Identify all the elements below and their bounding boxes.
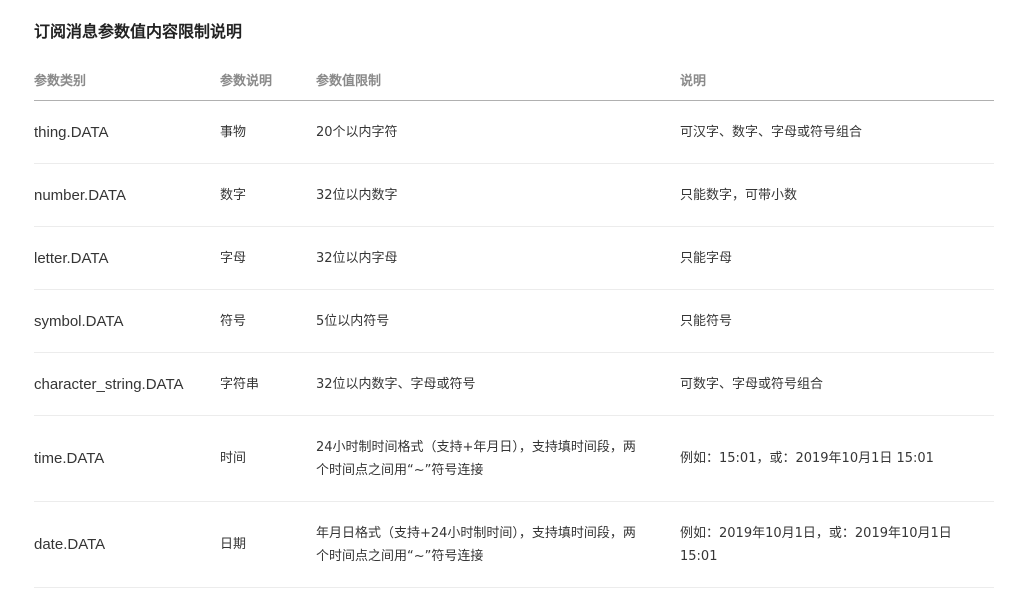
table-row: date.DATA 日期 年月日格式（支持+24小时制时间），支持填时间段，两个… (34, 501, 994, 588)
cell-type: number.DATA (34, 163, 220, 227)
cell-limit: 32位以内字母 (316, 226, 680, 290)
table-row: symbol.DATA 符号 5位以内符号 只能符号 (34, 289, 994, 353)
params-table: 参数类别 参数说明 参数值限制 说明 thing.DATA 事物 20个以内字符… (34, 58, 994, 588)
cell-limit-wrap-container: 年月日格式（支持+24小时制时间），支持填时间段，两个时间点之间用“~”符号连接 (316, 501, 680, 588)
cell-note: 只能字母 (680, 226, 994, 290)
cell-type: letter.DATA (34, 226, 220, 290)
cell-limit: 24小时制时间格式（支持+年月日），支持填时间段，两个时间点之间用“~”符号连接 (316, 439, 636, 478)
cell-type: time.DATA (34, 415, 220, 502)
cell-note: 可数字、字母或符号组合 (680, 352, 994, 416)
cell-desc: 日期 (220, 501, 316, 588)
cell-type: character_string.DATA (34, 352, 220, 416)
page-title: 订阅消息参数值内容限制说明 (34, 22, 243, 41)
cell-note: 可汉字、数字、字母或符号组合 (680, 100, 994, 164)
cell-desc: 事物 (220, 100, 316, 164)
cell-type: date.DATA (34, 501, 220, 588)
cell-limit-wrap-container: 24小时制时间格式（支持+年月日），支持填时间段，两个时间点之间用“~”符号连接 (316, 415, 680, 502)
cell-limit: 32位以内数字 (316, 163, 680, 227)
cell-desc: 字符串 (220, 352, 316, 416)
cell-note: 例如：2019年10月1日，或：2019年10月1日 15:01 (680, 525, 952, 564)
cell-desc: 时间 (220, 415, 316, 502)
cell-type: symbol.DATA (34, 289, 220, 353)
cell-desc: 数字 (220, 163, 316, 227)
cell-note: 只能符号 (680, 289, 994, 353)
column-header-limit: 参数值限制 (316, 58, 680, 101)
table-header-row: 参数类别 参数说明 参数值限制 说明 (34, 58, 994, 101)
cell-desc: 符号 (220, 289, 316, 353)
table-row: letter.DATA 字母 32位以内字母 只能字母 (34, 226, 994, 290)
table-row: character_string.DATA 字符串 32位以内数字、字母或符号 … (34, 352, 994, 416)
cell-note: 只能数字，可带小数 (680, 163, 994, 227)
cell-note-wrap-container: 例如：2019年10月1日，或：2019年10月1日 15:01 (680, 501, 994, 588)
cell-limit: 5位以内符号 (316, 289, 680, 353)
cell-desc: 字母 (220, 226, 316, 290)
column-header-desc: 参数说明 (220, 58, 316, 101)
table-row: number.DATA 数字 32位以内数字 只能数字，可带小数 (34, 163, 994, 227)
table-row: thing.DATA 事物 20个以内字符 可汉字、数字、字母或符号组合 (34, 100, 994, 164)
column-header-note: 说明 (680, 58, 994, 101)
page: 订阅消息参数值内容限制说明 参数类别 参数说明 参数值限制 说明 thing.D… (0, 0, 1018, 600)
column-header-type: 参数类别 (34, 58, 220, 101)
cell-limit: 年月日格式（支持+24小时制时间），支持填时间段，两个时间点之间用“~”符号连接 (316, 525, 636, 564)
cell-limit: 20个以内字符 (316, 100, 680, 164)
cell-note: 例如：15:01，或：2019年10月1日 15:01 (680, 415, 994, 502)
cell-limit: 32位以内数字、字母或符号 (316, 352, 680, 416)
table-row: time.DATA 时间 24小时制时间格式（支持+年月日），支持填时间段，两个… (34, 415, 994, 502)
cell-type: thing.DATA (34, 100, 220, 164)
